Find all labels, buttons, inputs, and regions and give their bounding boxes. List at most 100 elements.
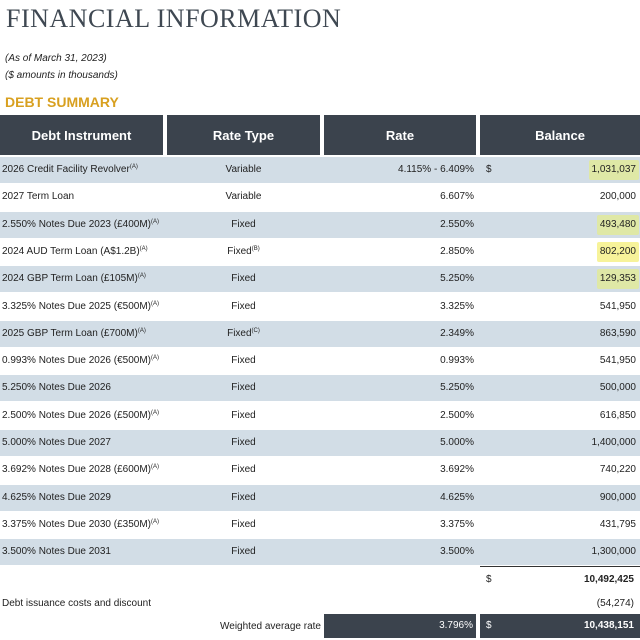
rate-type-text: Fixed (231, 409, 256, 421)
weighted-rate-box: 3.796% (324, 614, 476, 638)
cell-instrument: 2024 GBP Term Loan (£105M)(A) (2, 266, 146, 292)
cell-rate: 5.000% (440, 437, 474, 448)
cell-instrument: 2025 GBP Term Loan (£700M)(A) (2, 321, 146, 347)
rate-type-text: Fixed (231, 218, 256, 230)
instrument-text: 2024 AUD Term Loan (A$1.2B) (2, 245, 140, 257)
weighted-average-label: Weighted average rate (220, 621, 321, 632)
cell-rate-type: Fixed (166, 375, 321, 401)
table-row: 2026 Credit Facility Revolver(A) Variable… (0, 157, 640, 183)
cell-instrument: 2027 Term Loan (2, 184, 74, 210)
rate-type-text: Variable (225, 191, 262, 203)
cell-rate-type: Fixed(C) (166, 321, 321, 347)
cell-rate: 6.607% (440, 191, 474, 203)
cell-rate-type: Fixed (166, 539, 321, 565)
table-row: 2.550% Notes Due 2023 (£400M)(A) Fixed 2.5… (0, 211, 640, 238)
subtotal-rule (480, 566, 640, 567)
section-title: DEBT SUMMARY (5, 94, 119, 110)
cell-rate: 5.250% (440, 273, 474, 285)
cell-balance: 802,200 (596, 241, 639, 262)
cell-balance: 1,400,000 (591, 437, 637, 448)
cell-rate-type: Fixed (166, 512, 321, 538)
weighted-dollar: $ (486, 620, 492, 631)
footnote-marker: (A) (129, 164, 138, 170)
footnote-marker: (A) (139, 245, 148, 252)
table-row: 2024 AUD Term Loan (A$1.2B)(A) Fixed(B) 2.… (0, 239, 640, 265)
cell-rate-type: Fixed (166, 294, 321, 320)
header-debt-instrument: Debt Instrument (0, 115, 163, 155)
cell-instrument: 3.500% Notes Due 2031 (2, 539, 111, 565)
table-row: 3.692% Notes Due 2028 (£600M)(A) Fixed 3.6… (0, 457, 640, 483)
rate-type-text: Fixed (231, 273, 256, 285)
cell-balance: 541,950 (599, 355, 636, 367)
cell-balance: 493,480 (596, 214, 639, 235)
instrument-text: 2.500% Notes Due 2026 (£500M) (2, 409, 151, 421)
cell-balance: 541,950 (599, 300, 636, 312)
instrument-text: 2026 Credit Facility Revolver (2, 164, 130, 175)
cell-instrument: 2026 Credit Facility Revolver(A) (2, 157, 138, 183)
footnote-marker: (A) (137, 273, 146, 280)
instrument-text: 0.993% Notes Due 2026 (€500M) (2, 355, 151, 367)
table-row: 2025 GBP Term Loan (£700M)(A) Fixed(C) 2.3… (0, 320, 640, 347)
instrument-text: 2.550% Notes Due 2023 (£400M) (2, 218, 151, 230)
footnote-marker: (A) (150, 464, 159, 471)
cell-instrument: 3.692% Notes Due 2028 (£600M)(A) (2, 457, 159, 483)
table-row: 2027 Term Loan Variable 6.607% 200,000 (0, 184, 640, 210)
cell-instrument: 5.250% Notes Due 2026 (2, 375, 111, 401)
footnote-marker: (A) (150, 409, 159, 416)
rate-type-text: Fixed (231, 464, 256, 476)
cell-rate: 3.375% (440, 518, 474, 530)
subtotal-value: 10,492,425 (583, 574, 634, 585)
rate-type-text: Fixed (231, 382, 256, 394)
cell-instrument: 4.625% Notes Due 2029 (2, 485, 111, 511)
cell-rate: 0.993% (440, 355, 474, 367)
cell-balance: 1,031,037 (588, 160, 639, 180)
rate-type-text: Fixed (231, 300, 256, 312)
instrument-text: 3.500% Notes Due 2031 (2, 546, 111, 558)
cell-balance: 863,590 (599, 327, 636, 339)
instrument-text: 3.375% Notes Due 2030 (£350M) (2, 518, 151, 530)
table-row: 0.993% Notes Due 2026 (€500M)(A) Fixed 0.9… (0, 348, 640, 374)
cell-rate-type: Fixed (166, 212, 321, 238)
cell-rate: 2.850% (440, 245, 474, 257)
cell-rate: 4.625% (440, 491, 474, 503)
cell-rate-type: Variable (166, 157, 321, 183)
cell-balance: 200,000 (599, 191, 636, 203)
instrument-text: 3.325% Notes Due 2025 (€500M) (2, 300, 151, 312)
rate-type-text: Fixed (227, 245, 252, 257)
table-row: 5.250% Notes Due 2026 Fixed 5.250% 500,000 (0, 375, 640, 402)
header-rate-type: Rate Type (167, 115, 320, 155)
instrument-text: 5.250% Notes Due 2026 (2, 382, 111, 394)
page-title: FINANCIAL INFORMATION (6, 4, 342, 33)
cell-rate-type: Fixed (166, 457, 321, 483)
rate-type-text: Variable (225, 164, 262, 175)
cell-rate: 3.500% (440, 546, 474, 558)
table-row: 4.625% Notes Due 2029 Fixed 4.625% 900,000 (0, 484, 640, 511)
cell-instrument: 2024 AUD Term Loan (A$1.2B)(A) (2, 239, 148, 265)
cell-rate-type: Fixed (166, 266, 321, 292)
cell-instrument: 2.500% Notes Due 2026 (£500M)(A) (2, 403, 159, 429)
footnote-marker: (A) (150, 218, 159, 225)
cell-balance: 900,000 (599, 491, 636, 503)
header-rate: Rate (324, 115, 476, 155)
table-row: 2024 GBP Term Loan (£105M)(A) Fixed 5.250%… (0, 266, 640, 293)
table-row: 3.325% Notes Due 2025 (€500M)(A) Fixed 3.3… (0, 294, 640, 320)
table-row: 3.500% Notes Due 2031 Fixed 3.500% 1,300,00… (0, 539, 640, 566)
as-of-date-note: (As of March 31, 2023) (5, 53, 107, 64)
cell-balance: 500,000 (599, 382, 636, 394)
cell-dollar-sign: $ (486, 164, 492, 175)
footnote-marker: (C) (251, 327, 260, 334)
rate-type-text: Fixed (231, 546, 256, 558)
cell-rate-type: Fixed (166, 348, 321, 374)
subtotal-dollar: $ (486, 574, 492, 585)
cell-rate-type: Fixed (166, 485, 321, 511)
cell-rate: 2.349% (440, 327, 474, 339)
cell-rate: 3.325% (440, 300, 474, 312)
cell-balance: 616,850 (599, 409, 636, 421)
cell-rate: 5.250% (440, 382, 474, 394)
footnote-marker: (A) (150, 518, 159, 525)
instrument-text: 2025 GBP Term Loan (£700M) (2, 327, 138, 339)
cell-rate-type: Variable (166, 184, 321, 210)
cell-balance: 129,353 (596, 269, 639, 290)
instrument-text: 5.000% Notes Due 2027 (2, 437, 111, 448)
cell-rate-type: Fixed (166, 430, 321, 456)
